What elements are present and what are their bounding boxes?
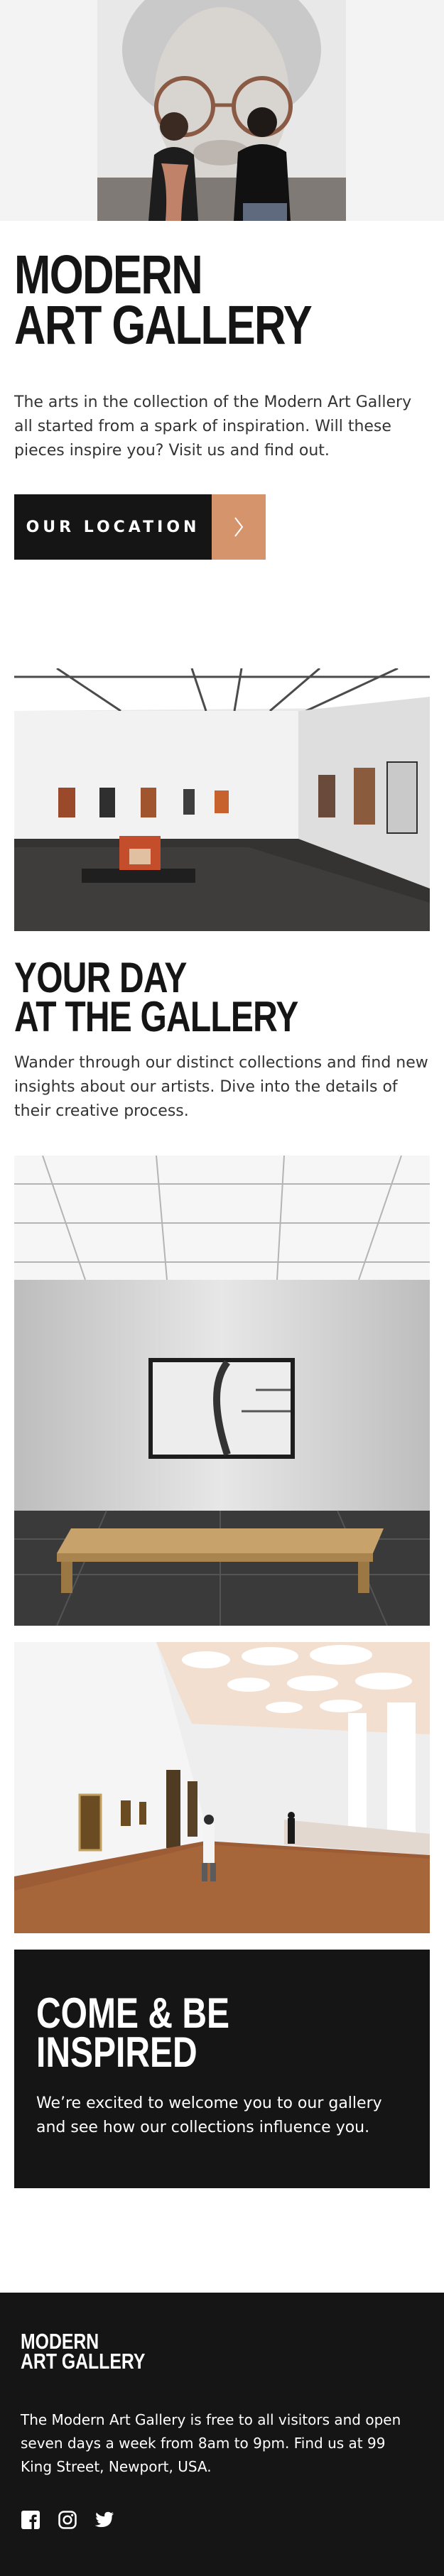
title-line: Modern xyxy=(14,244,203,305)
social-links xyxy=(21,2510,114,2530)
gallery-hall-image xyxy=(14,668,430,931)
section-description: Wander through our distinct collections … xyxy=(14,1054,428,1120)
site-footer: Modern Art Gallery The Modern Art Galler… xyxy=(0,2293,444,2576)
hero-description: The arts in the collection of the Modern… xyxy=(14,393,412,460)
card-description: We’re excited to welcome you to our gall… xyxy=(36,2094,382,2136)
hero-band xyxy=(0,0,444,221)
gallery-corridor-image xyxy=(14,1642,430,1933)
facebook-icon[interactable] xyxy=(21,2510,40,2530)
come-be-inspired-card: Come & Be Inspired We’re excited to welc… xyxy=(14,1950,430,2188)
chevron-right-icon xyxy=(212,494,266,560)
title-line: Come & Be xyxy=(36,1989,230,2037)
twitter-icon[interactable] xyxy=(94,2510,114,2530)
section-title: Your Day at the Gallery xyxy=(14,954,355,1040)
footer-description: The Modern Art Gallery is free to all vi… xyxy=(21,2411,401,2475)
title-line: Your Day xyxy=(14,954,187,1001)
footer-logo[interactable]: Modern Art Gallery xyxy=(21,2330,191,2374)
title-line: Inspired xyxy=(36,2028,197,2076)
page-title: Modern Art Gallery xyxy=(14,244,355,356)
our-location-button-label: Our Location xyxy=(14,494,212,560)
our-location-button[interactable]: Our Location xyxy=(14,494,266,560)
title-line: at the Gallery xyxy=(14,993,298,1040)
gallery-room-bench-image xyxy=(14,1156,430,1626)
logo-line: Art Gallery xyxy=(21,2349,146,2374)
title-line: Art Gallery xyxy=(14,295,313,356)
instagram-icon[interactable] xyxy=(58,2510,77,2530)
card-title: Come & Be Inspired xyxy=(36,1989,320,2076)
hero-image xyxy=(97,0,346,221)
